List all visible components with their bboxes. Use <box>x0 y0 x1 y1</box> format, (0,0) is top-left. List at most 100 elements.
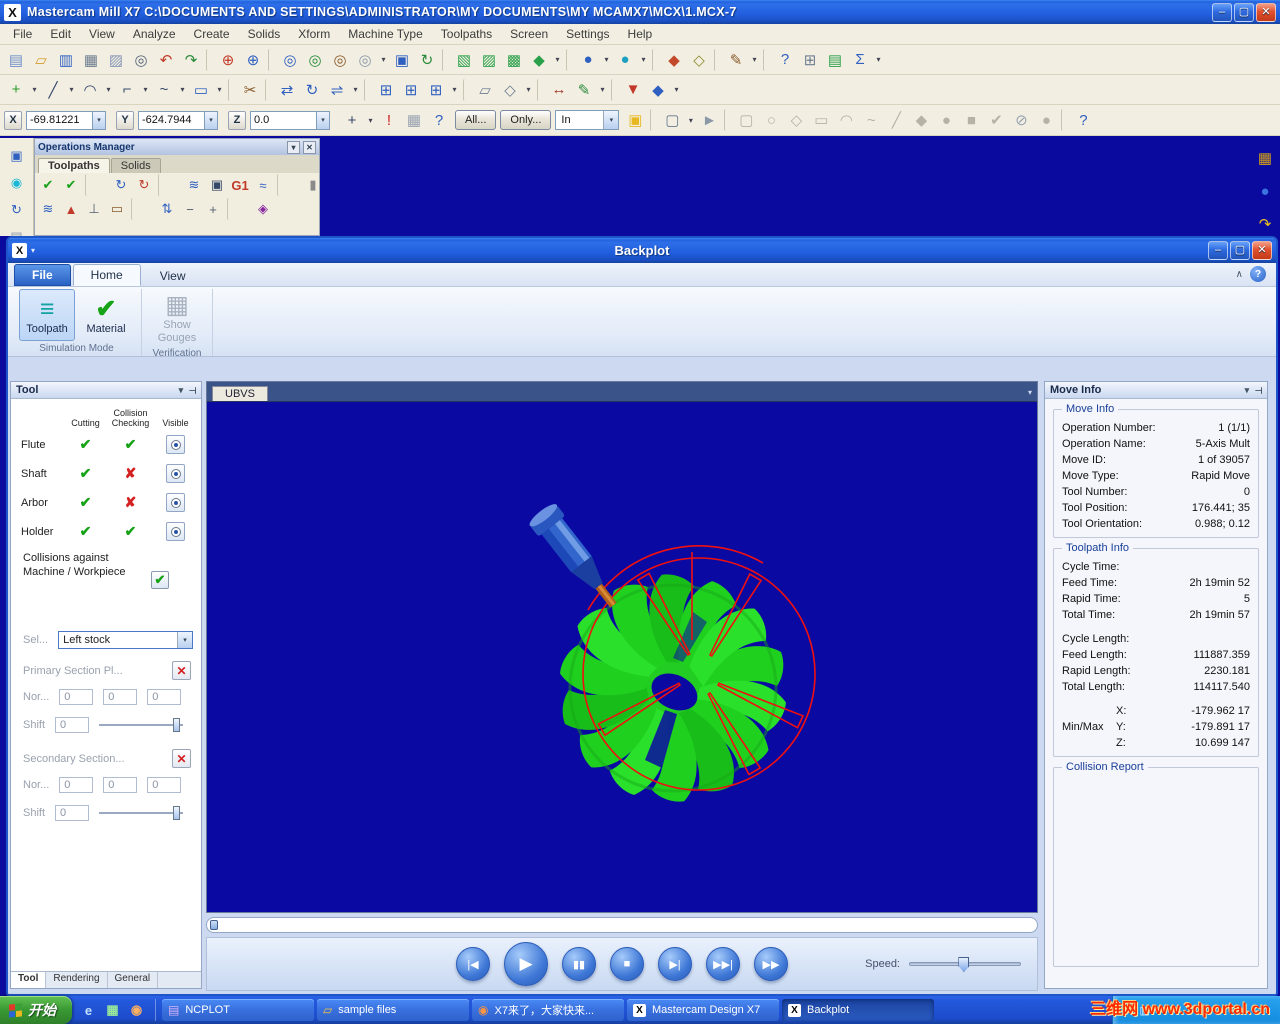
z-axis-button[interactable]: Z <box>228 110 246 130</box>
dimension-button[interactable]: ↔ <box>547 78 571 102</box>
shift-slider[interactable] <box>99 717 184 733</box>
filter-line-button[interactable]: ╱ <box>884 108 908 132</box>
grid-params-button[interactable]: ⊞ <box>798 48 822 72</box>
task-sample-files[interactable]: ▱ sample files <box>317 999 469 1021</box>
gview-iso-button[interactable]: ◆ <box>527 48 551 72</box>
tab-view[interactable]: View <box>143 266 203 286</box>
create-spline-dropdown[interactable]: ▾ <box>177 78 188 102</box>
sigma-button[interactable]: Σ <box>848 48 872 72</box>
model-dropdown[interactable]: ▾ <box>671 78 682 102</box>
gview-top-button[interactable]: ▧ <box>452 48 476 72</box>
stock-select[interactable]: Left stock ▾ <box>58 631 193 649</box>
primary-section-clear-button[interactable]: ✕ <box>172 661 191 680</box>
fast-forward-button[interactable]: ▶▶ <box>754 947 788 981</box>
select-box-dropdown[interactable]: ▾ <box>685 108 696 132</box>
stop-button[interactable]: ■ <box>610 947 644 981</box>
menu-item[interactable]: Create <box>185 25 239 43</box>
filter-wire-button[interactable]: ■ <box>959 108 983 132</box>
new-file-button[interactable]: ▤ <box>4 48 28 72</box>
undo-button[interactable]: ↶ <box>154 48 178 72</box>
parameters-button[interactable]: ▲ <box>60 198 82 220</box>
regen-all-button[interactable]: ↻ <box>110 174 132 196</box>
play-button[interactable]: ▶ <box>504 942 548 986</box>
filter-square-button[interactable]: ▢ <box>734 108 758 132</box>
menu-item[interactable]: Analyze <box>124 25 185 43</box>
tab-tool[interactable]: Tool <box>11 972 47 988</box>
attributes-button[interactable]: ✎ <box>724 48 748 72</box>
menu-item[interactable]: Toolpaths <box>432 25 501 43</box>
tab-home[interactable]: Home <box>72 264 141 286</box>
panel-menu-icon[interactable]: ▾ <box>1245 385 1250 396</box>
z-coordinate-input[interactable] <box>250 110 316 130</box>
xform-rotate-button[interactable]: ↻ <box>300 78 324 102</box>
quicklaunch-ie[interactable]: e <box>79 1001 98 1020</box>
dock-view-button[interactable]: ▣ <box>6 145 28 167</box>
gview-front-button[interactable]: ▨ <box>477 48 501 72</box>
task-ncplot[interactable]: ▤ NCPLOT <box>162 999 314 1021</box>
ribbon-collapse-icon[interactable]: ∧ <box>1236 269 1243 280</box>
menu-item[interactable]: Solids <box>239 25 290 43</box>
create-fillet-dropdown[interactable]: ▾ <box>140 78 151 102</box>
backplot-minimize-button[interactable]: – <box>1208 241 1228 260</box>
create-point-dropdown[interactable]: ▾ <box>29 78 40 102</box>
help-button[interactable]: ? <box>773 48 797 72</box>
filter-arc-button[interactable]: ◠ <box>834 108 858 132</box>
highfeed-button[interactable]: ≈ <box>252 174 274 196</box>
shift2-field[interactable]: 0 <box>55 805 90 821</box>
normal-x-field[interactable]: 0 <box>59 689 94 705</box>
tab-toolpaths[interactable]: Toolpaths <box>38 158 110 173</box>
filter-spline-button[interactable]: ~ <box>859 108 883 132</box>
task-forum-page[interactable]: ◉ X7来了，大家快来... <box>472 999 624 1021</box>
in-combo-arrow[interactable]: ▾ <box>603 111 619 129</box>
menu-item[interactable]: Screen <box>501 25 557 43</box>
visible-radio[interactable] <box>166 435 185 454</box>
menu-item[interactable]: Settings <box>557 25 618 43</box>
help-icon[interactable]: ? <box>1250 266 1266 282</box>
backplot-close-button[interactable]: ✕ <box>1252 241 1272 260</box>
float-sphere-button[interactable]: ● <box>1253 179 1277 203</box>
create-rect-button[interactable]: ▭ <box>189 78 213 102</box>
create-arc-dropdown[interactable]: ▾ <box>103 78 114 102</box>
create-point-button[interactable]: + <box>4 78 28 102</box>
cutting-checkbox[interactable]: ✔ <box>63 465 108 482</box>
collision-checkbox[interactable]: ✔ <box>108 523 153 540</box>
visible-radio[interactable] <box>166 464 185 483</box>
tab-general[interactable]: General <box>108 972 159 988</box>
show-gouges-button[interactable]: ▦ Show Gouges <box>149 289 205 346</box>
menu-item[interactable]: View <box>80 25 124 43</box>
analyze-position-button[interactable]: ⊕ <box>216 48 240 72</box>
zoom-dropdown[interactable]: ▾ <box>378 48 389 72</box>
plane-dropdown[interactable]: ▾ <box>523 78 534 102</box>
expand-button[interactable]: + <box>202 198 224 220</box>
secondary-section-clear-button[interactable]: ✕ <box>172 749 191 768</box>
cplane-button[interactable]: ▱ <box>473 78 497 102</box>
visible-radio[interactable] <box>166 522 185 541</box>
gview-side-button[interactable]: ▩ <box>502 48 526 72</box>
analyze-entity-button[interactable]: ⊕ <box>241 48 265 72</box>
levels-button[interactable]: ⊞ <box>374 78 398 102</box>
geometry-button[interactable]: ≋ <box>37 198 59 220</box>
filter-surface-button[interactable]: ● <box>934 108 958 132</box>
tab-solids[interactable]: Solids <box>110 158 161 173</box>
normal-y-field[interactable]: 0 <box>103 689 138 705</box>
tab-file[interactable]: File <box>14 264 71 286</box>
speed-slider-thumb[interactable] <box>958 957 970 972</box>
level-set-button[interactable]: ⊞ <box>424 78 448 102</box>
menu-item[interactable]: Machine Type <box>339 25 432 43</box>
tool-settings-button[interactable]: ⊥ <box>83 198 105 220</box>
create-arc-button[interactable]: ◠ <box>78 78 102 102</box>
tab-rendering[interactable]: Rendering <box>46 972 108 988</box>
note-button[interactable]: ✎ <box>572 78 596 102</box>
autocursor-dropdown[interactable]: ▾ <box>365 108 376 132</box>
mcx-utility-button[interactable]: ▤ <box>823 48 847 72</box>
level-manager-button[interactable]: ⊞ <box>399 78 423 102</box>
cutting-checkbox[interactable]: ✔ <box>63 523 108 540</box>
viewport-tab-menu-icon[interactable]: ▾ <box>1028 388 1032 397</box>
drafting-dropdown[interactable]: ▾ <box>597 78 608 102</box>
select-solids-button[interactable]: ● <box>1034 108 1058 132</box>
open-file-button[interactable]: ▱ <box>29 48 53 72</box>
repaint-button[interactable]: ↻ <box>415 48 439 72</box>
shift2-slider-thumb[interactable] <box>173 806 181 820</box>
grid-toggle-button[interactable]: ▦ <box>402 108 426 132</box>
fit-screen-button[interactable]: ▣ <box>390 48 414 72</box>
